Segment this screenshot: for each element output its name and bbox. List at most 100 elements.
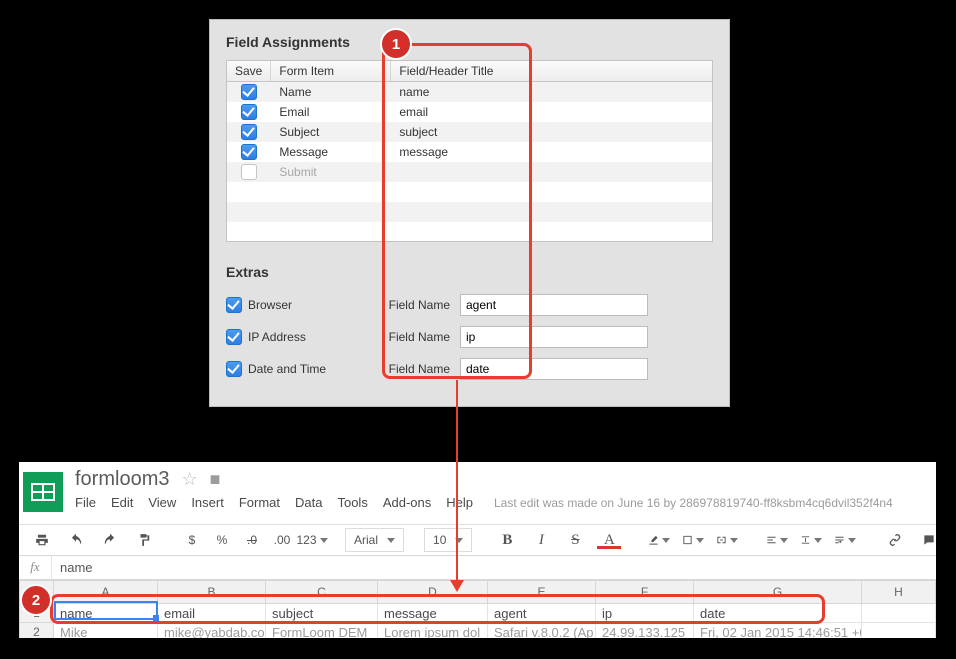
cell[interactable]: Mike bbox=[54, 623, 158, 639]
sheet-row[interactable]: 1 name email subject message agent ip da… bbox=[20, 604, 937, 623]
last-edit-text: Last edit was made on June 16 by 2869788… bbox=[494, 496, 893, 510]
row-checkbox[interactable] bbox=[241, 164, 257, 180]
cell[interactable]: FormLoom DEM bbox=[266, 623, 378, 639]
extra-date-input[interactable] bbox=[460, 358, 648, 380]
formula-bar[interactable]: fx name bbox=[19, 555, 936, 580]
cell[interactable]: mike@yabdab.co bbox=[158, 623, 266, 639]
halign-icon[interactable] bbox=[762, 529, 792, 551]
fieldname-label: Field Name bbox=[382, 362, 454, 376]
merge-icon[interactable] bbox=[712, 529, 742, 551]
row-header[interactable]: 2 bbox=[20, 623, 54, 639]
font-size-select[interactable]: 10 bbox=[424, 528, 472, 552]
redo-icon[interactable] bbox=[95, 529, 125, 551]
cell[interactable]: 24.99.133.125 bbox=[596, 623, 694, 639]
select-all-corner[interactable] bbox=[20, 581, 54, 604]
menu-tools[interactable]: Tools bbox=[337, 495, 367, 510]
menu-data[interactable]: Data bbox=[295, 495, 322, 510]
cell[interactable]: date bbox=[694, 604, 862, 623]
menu-format[interactable]: Format bbox=[239, 495, 280, 510]
number-format-button[interactable]: 123 bbox=[299, 529, 325, 551]
cell[interactable]: name bbox=[54, 604, 158, 623]
dec-decimal-button[interactable]: .0 bbox=[239, 529, 265, 551]
folder-icon[interactable]: ■ bbox=[210, 469, 221, 490]
borders-icon[interactable] bbox=[678, 529, 708, 551]
table-row bbox=[227, 182, 712, 202]
cell[interactable]: subject bbox=[266, 604, 378, 623]
col-blank bbox=[531, 61, 712, 82]
bold-button[interactable]: B bbox=[492, 529, 522, 551]
row-checkbox[interactable] bbox=[241, 104, 257, 120]
table-row[interactable]: Name name bbox=[227, 82, 712, 103]
menu-addons[interactable]: Add-ons bbox=[383, 495, 431, 510]
valign-icon[interactable] bbox=[796, 529, 826, 551]
row-formitem: Email bbox=[271, 102, 391, 122]
extra-date-checkbox[interactable] bbox=[226, 361, 242, 377]
text-color-button[interactable]: A bbox=[594, 529, 624, 551]
col-header[interactable]: I bbox=[936, 581, 937, 604]
col-header[interactable]: A bbox=[54, 581, 158, 604]
table-row[interactable]: Message message bbox=[227, 142, 712, 162]
print-icon[interactable] bbox=[27, 529, 57, 551]
italic-button[interactable]: I bbox=[526, 529, 556, 551]
row-formitem: Submit bbox=[271, 162, 391, 182]
font-select[interactable]: Arial bbox=[345, 528, 404, 552]
doc-header: formloom3 ☆ ■ File Edit View Insert Form… bbox=[75, 468, 936, 510]
col-header[interactable]: C bbox=[266, 581, 378, 604]
strike-button[interactable]: S bbox=[560, 529, 590, 551]
col-header[interactable]: D bbox=[378, 581, 488, 604]
doc-title-text[interactable]: formloom3 bbox=[75, 468, 169, 491]
fill-color-icon[interactable] bbox=[644, 529, 674, 551]
cell[interactable]: Safari v.8.0.2 (Ap bbox=[488, 623, 596, 639]
cell[interactable] bbox=[936, 623, 937, 639]
cell[interactable]: ip bbox=[596, 604, 694, 623]
menu-file[interactable]: File bbox=[75, 495, 96, 510]
col-form[interactable]: Form Item bbox=[271, 61, 391, 82]
extra-row-date: Date and Time Field Name bbox=[226, 358, 713, 380]
row-checkbox[interactable] bbox=[241, 144, 257, 160]
col-header[interactable]: G bbox=[694, 581, 862, 604]
col-save[interactable]: Save bbox=[227, 61, 271, 82]
table-row bbox=[227, 222, 712, 242]
menu-insert[interactable]: Insert bbox=[191, 495, 224, 510]
cell[interactable] bbox=[862, 623, 936, 639]
extra-row-ip: IP Address Field Name bbox=[226, 326, 713, 348]
cell[interactable]: agent bbox=[488, 604, 596, 623]
menu-edit[interactable]: Edit bbox=[111, 495, 133, 510]
fieldname-label: Field Name bbox=[382, 298, 454, 312]
link-icon[interactable] bbox=[880, 529, 910, 551]
row-checkbox[interactable] bbox=[241, 124, 257, 140]
extra-ip-input[interactable] bbox=[460, 326, 648, 348]
undo-icon[interactable] bbox=[61, 529, 91, 551]
extra-browser-checkbox[interactable] bbox=[226, 297, 242, 313]
cell[interactable] bbox=[862, 604, 936, 623]
cell[interactable]: Lorem ipsum dol bbox=[378, 623, 488, 639]
sheet-row[interactable]: 2 Mike mike@yabdab.co FormLoom DEM Lorem… bbox=[20, 623, 937, 639]
table-row[interactable]: Subject subject bbox=[227, 122, 712, 142]
menu-view[interactable]: View bbox=[148, 495, 176, 510]
comment-icon[interactable] bbox=[914, 529, 936, 551]
row-header[interactable]: 1 bbox=[20, 604, 54, 623]
extra-ip-checkbox[interactable] bbox=[226, 329, 242, 345]
cell[interactable]: message bbox=[378, 604, 488, 623]
extra-browser-input[interactable] bbox=[460, 294, 648, 316]
extras-title: Extras bbox=[226, 264, 713, 280]
spreadsheet-grid[interactable]: A B C D E F G H I 1 name ema bbox=[19, 580, 936, 638]
row-checkbox[interactable] bbox=[241, 84, 257, 100]
paint-format-icon[interactable] bbox=[129, 529, 159, 551]
cell[interactable]: email bbox=[158, 604, 266, 623]
table-row[interactable]: Email email bbox=[227, 102, 712, 122]
col-header[interactable]: B bbox=[158, 581, 266, 604]
cell[interactable]: Fri, 02 Jan 2015 14:46:51 +0000 bbox=[694, 623, 862, 639]
star-icon[interactable]: ☆ bbox=[181, 469, 197, 490]
col-header[interactable]: F bbox=[596, 581, 694, 604]
menu-help[interactable]: Help bbox=[446, 495, 473, 510]
wrap-icon[interactable] bbox=[830, 529, 860, 551]
col-field[interactable]: Field/Header Title bbox=[391, 61, 531, 82]
table-row[interactable]: Submit bbox=[227, 162, 712, 182]
col-header[interactable]: E bbox=[488, 581, 596, 604]
currency-button[interactable]: $ bbox=[179, 529, 205, 551]
cell[interactable] bbox=[936, 604, 937, 623]
percent-button[interactable]: % bbox=[209, 529, 235, 551]
inc-decimal-button[interactable]: .00 bbox=[269, 529, 295, 551]
col-header[interactable]: H bbox=[862, 581, 936, 604]
